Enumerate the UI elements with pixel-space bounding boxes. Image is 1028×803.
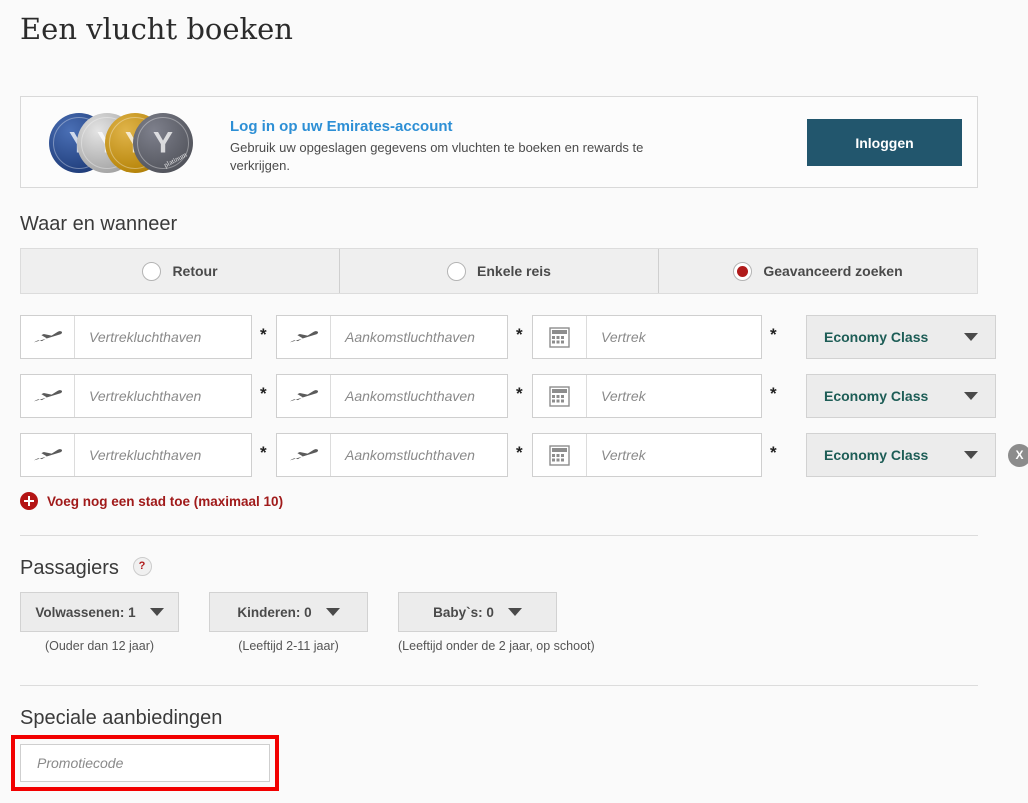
help-icon[interactable]: ? [132,557,152,576]
destination-airport-field[interactable]: Aankomstluchthaven [276,315,508,359]
infants-age-note: (Leeftijd onder de 2 jaar, op schoot) [398,639,595,653]
flight-row: Vertrekluchthaven * Aankomstluchthaven *… [20,315,1010,359]
section-heading-passengers: Passagiers ? [20,557,152,580]
remove-flight-row-button[interactable]: X [1008,444,1028,467]
calendar-icon [533,316,587,358]
adults-dropdown[interactable]: Volwassenen: 1 [20,592,179,632]
arrival-plane-icon [277,316,331,358]
radio-return-icon[interactable] [142,261,162,281]
cabin-class-dropdown[interactable]: Economy Class [806,374,996,418]
flight-row: Vertrekluchthaven * Aankomstluchthaven *… [20,433,1028,477]
calendar-icon [533,375,587,417]
departure-plane-icon [21,316,75,358]
section-heading-special-offers: Speciale aanbiedingen [20,707,223,729]
arrival-plane-icon [277,375,331,417]
destination-airport-field[interactable]: Aankomstluchthaven [276,374,508,418]
add-city-label: Voeg nog een stad toe (maximaal 10) [47,493,284,509]
departure-date-field[interactable]: Vertrek [532,374,762,418]
promo-code-input[interactable]: Promotiecode [20,744,270,782]
login-banner-text: Log in op uw Emirates-account Gebruik uw… [230,118,790,175]
departure-plane-icon [21,434,75,476]
medallion-platinum-icon: Y platinum [133,113,193,173]
login-button[interactable]: Inloggen [807,119,962,166]
destination-airport-placeholder: Aankomstluchthaven [345,329,475,345]
cabin-class-label: Economy Class [824,447,929,463]
chevron-down-icon [964,392,978,400]
add-city-link[interactable]: Voeg nog een stad toe (maximaal 10) [20,492,283,510]
passenger-group-children: Kinderen: 0 (Leeftijd 2-11 jaar) [209,592,368,653]
flight-row: Vertrekluchthaven * Aankomstluchthaven *… [20,374,1010,418]
section-divider [20,685,978,686]
required-asterisk: * [516,325,523,344]
cabin-class-label: Economy Class [824,329,929,345]
cabin-class-label: Economy Class [824,388,929,404]
chevron-down-icon [964,333,978,341]
trip-type-selector: Retour Enkele reis Geavanceerd zoeken [20,248,978,294]
plus-icon [20,492,38,510]
children-dropdown[interactable]: Kinderen: 0 [209,592,368,632]
passenger-group-adults: Volwassenen: 1 (Ouder dan 12 jaar) [20,592,179,653]
required-asterisk: * [770,325,777,344]
origin-airport-field[interactable]: Vertrekluchthaven [20,433,252,477]
chevron-down-icon [325,608,340,616]
cabin-class-dropdown[interactable]: Economy Class [806,315,996,359]
departure-date-placeholder: Vertrek [601,447,646,463]
passenger-group-infants: Baby`s: 0 (Leeftijd onder de 2 jaar, op … [398,592,595,653]
origin-airport-placeholder: Vertrekluchthaven [89,447,202,463]
required-asterisk: * [516,384,523,403]
radio-advanced-search-icon[interactable] [733,261,753,281]
login-banner-description: Gebruik uw opgeslagen gegevens om vlucht… [230,140,644,173]
trip-type-label-advanced-search: Geavanceerd zoeken [763,263,903,279]
section-divider [20,535,978,536]
chevron-down-icon [149,608,164,616]
origin-airport-placeholder: Vertrekluchthaven [89,388,202,404]
destination-airport-placeholder: Aankomstluchthaven [345,447,475,463]
required-asterisk: * [770,384,777,403]
departure-plane-icon [21,375,75,417]
section-heading-where-and-when: Waar en wanneer [20,213,178,235]
page-title: Een vlucht boeken [20,12,293,46]
required-asterisk: * [516,443,523,462]
departure-date-field[interactable]: Vertrek [532,315,762,359]
adults-label: Volwassenen: 1 [35,604,136,620]
required-asterisk: * [260,325,267,344]
calendar-icon [533,434,587,476]
departure-date-placeholder: Vertrek [601,388,646,404]
adults-age-note: (Ouder dan 12 jaar) [44,639,155,653]
destination-airport-placeholder: Aankomstluchthaven [345,388,475,404]
children-age-note: (Leeftijd 2-11 jaar) [238,639,339,653]
departure-date-placeholder: Vertrek [601,329,646,345]
origin-airport-field[interactable]: Vertrekluchthaven [20,315,252,359]
chevron-down-icon [507,608,522,616]
infants-label: Baby`s: 0 [433,604,494,620]
trip-type-label-return: Retour [172,263,218,279]
trip-type-option-advanced-search[interactable]: Geavanceerd zoeken [659,249,977,293]
cabin-class-dropdown[interactable]: Economy Class [806,433,996,477]
children-label: Kinderen: 0 [237,604,312,620]
required-asterisk: * [260,384,267,403]
trip-type-option-one-way[interactable]: Enkele reis [340,249,659,293]
skywards-medallions-image: Y blue Y silver Y gold Y platinum [49,109,199,177]
login-banner: Y blue Y silver Y gold Y platinum Log in… [20,96,978,188]
origin-airport-placeholder: Vertrekluchthaven [89,329,202,345]
arrival-plane-icon [277,434,331,476]
required-asterisk: * [770,443,777,462]
destination-airport-field[interactable]: Aankomstluchthaven [276,433,508,477]
emirates-account-login-link[interactable]: Log in op uw Emirates-account [230,118,790,135]
passengers-heading-text: Passagiers [20,557,119,579]
chevron-down-icon [964,451,978,459]
required-asterisk: * [260,443,267,462]
promo-code-placeholder: Promotiecode [37,755,124,771]
departure-date-field[interactable]: Vertrek [532,433,762,477]
radio-one-way-icon[interactable] [447,261,467,281]
trip-type-label-one-way: Enkele reis [477,263,551,279]
trip-type-option-return[interactable]: Retour [21,249,340,293]
origin-airport-field[interactable]: Vertrekluchthaven [20,374,252,418]
infants-dropdown[interactable]: Baby`s: 0 [398,592,557,632]
